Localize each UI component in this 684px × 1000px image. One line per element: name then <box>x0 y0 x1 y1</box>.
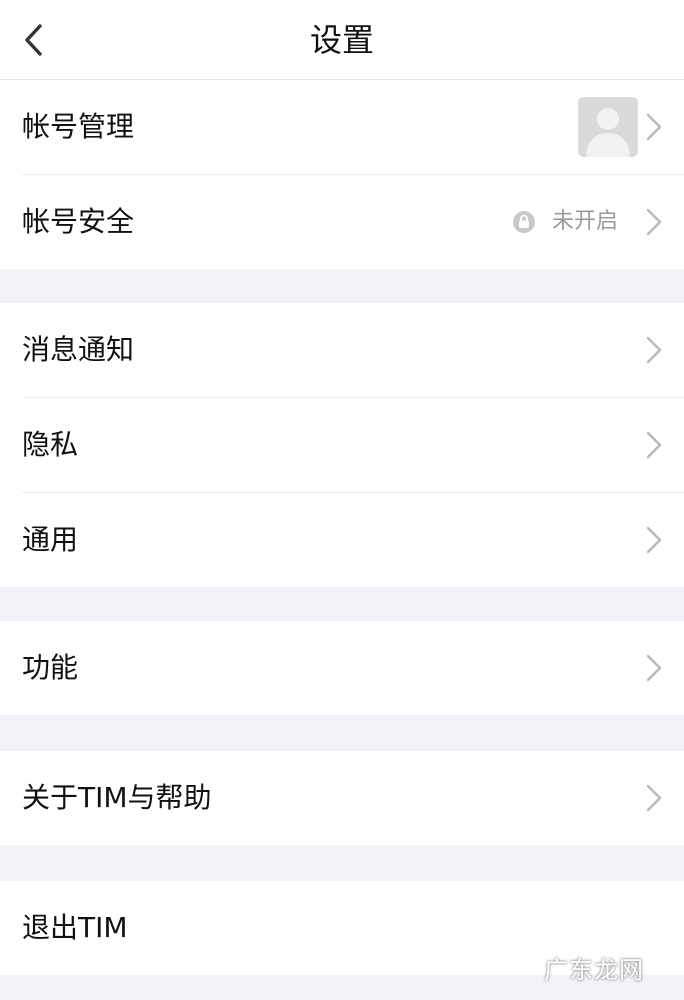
privacy-label: 隐私 <box>22 428 79 461</box>
page-title: 设置 <box>309 21 374 59</box>
top-nav-bar: 设置 <box>0 0 684 80</box>
chevron-right-icon <box>646 113 662 141</box>
section-gap <box>0 845 684 881</box>
message-notification-label: 消息通知 <box>22 333 135 366</box>
logout-label: 退出TIM <box>22 911 128 944</box>
chevron-right-icon <box>646 654 662 682</box>
account-manage-label: 帐号管理 <box>22 110 135 143</box>
security-status-text: 未开启 <box>552 209 619 234</box>
section-gap <box>0 587 684 621</box>
section-gap <box>0 715 684 751</box>
chevron-right-icon <box>646 784 662 812</box>
watermark: 广东龙网 <box>544 956 644 984</box>
chevron-right-icon <box>646 208 662 236</box>
section-gap <box>0 269 684 303</box>
about-help-label: 关于TIM与帮助 <box>22 781 212 814</box>
general-row[interactable]: 通用 <box>0 493 684 587</box>
privacy-row[interactable]: 隐私 <box>0 398 684 492</box>
chevron-right-icon <box>646 336 662 364</box>
lock-icon <box>513 211 535 233</box>
chevron-right-icon <box>646 526 662 554</box>
chevron-right-icon <box>646 431 662 459</box>
default-avatar-icon <box>578 97 638 157</box>
avatar[interactable] <box>578 97 638 157</box>
general-label: 通用 <box>22 523 79 556</box>
account-security-label: 帐号安全 <box>22 205 135 238</box>
about-help-row[interactable]: 关于TIM与帮助 <box>0 751 684 845</box>
message-notification-row[interactable]: 消息通知 <box>0 303 684 397</box>
features-row[interactable]: 功能 <box>0 621 684 715</box>
features-label: 功能 <box>22 651 79 684</box>
